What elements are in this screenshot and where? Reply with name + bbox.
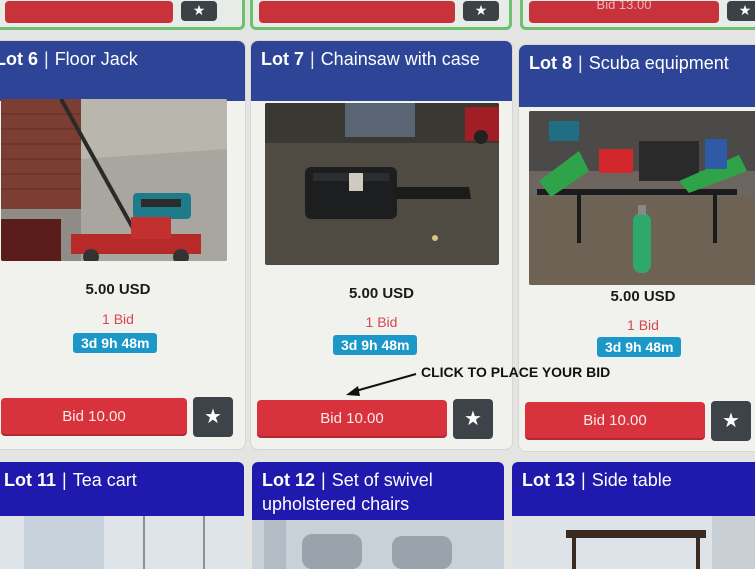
separator: | [310, 49, 315, 69]
lot-number: Lot 7 [261, 49, 304, 69]
bid-button[interactable]: Bid 10.00 [1, 398, 187, 436]
lot-number: Lot 12 [262, 470, 316, 490]
lot-title: Tea cart [72, 470, 137, 490]
lot-header[interactable]: Lot 7 | Chainsaw with case [251, 41, 512, 101]
separator: | [578, 53, 583, 73]
chainsaw-case-photo [265, 103, 499, 265]
separator: | [581, 470, 586, 490]
bid-button[interactable]: Bid 10.00 [525, 402, 705, 440]
lot-number: Lot 6 [0, 49, 38, 69]
prev-watch-button[interactable]: ★ [181, 1, 217, 21]
watch-button[interactable]: ★ [453, 399, 493, 439]
prev-lot-card: ★ [250, 0, 512, 30]
lot-header-12[interactable]: Lot 12 | Set of swivel upholstered chairs [252, 462, 504, 520]
star-icon: ★ [464, 408, 482, 430]
star-icon: ★ [722, 410, 740, 432]
current-price: 5.00 USD [610, 288, 676, 305]
lot-title-line2: upholstered chairs [262, 494, 410, 514]
prev-bid-button[interactable] [259, 1, 455, 23]
time-remaining-badge: 3d 9h 48m [73, 333, 158, 353]
lot-card-8: Lot 8 | Scuba equipment 5.00 USD 1 Bid 3… [518, 44, 755, 452]
lot-title-line1: Set of swivel [331, 470, 433, 490]
lot-number: Lot 11 [4, 470, 57, 490]
lot-photo[interactable] [265, 103, 499, 265]
floor-jack-photo [1, 99, 227, 261]
lot-title: Side table [591, 470, 672, 490]
star-icon: ★ [474, 2, 488, 18]
swivel-chairs-photo [252, 520, 504, 569]
prev-watch-button[interactable]: ★ [463, 1, 499, 21]
current-price: 5.00 USD [85, 281, 151, 298]
prev-bid-button[interactable] [5, 1, 173, 23]
lot-photo[interactable] [252, 520, 504, 569]
annotation-label: CLICK TO PLACE YOUR BID [421, 364, 611, 380]
lot-title: Scuba equipment [588, 53, 729, 73]
current-price: 5.00 USD [348, 285, 415, 302]
lot-header[interactable]: Lot 6 |Floor Jack [0, 41, 245, 101]
watch-button[interactable]: ★ [711, 401, 751, 441]
lot-title: Chainsaw with case [320, 49, 480, 69]
annotation-arrow [346, 373, 417, 396]
lot-photo[interactable] [512, 516, 755, 569]
star-icon: ★ [192, 2, 206, 18]
bid-count[interactable]: 1 Bid [251, 314, 512, 330]
lot-photo[interactable] [0, 516, 244, 569]
prev-lot-card: ★ [0, 0, 245, 30]
bid-count[interactable]: 1 Bid [519, 317, 755, 333]
lot-header-11[interactable]: Lot 11 | Tea cart [0, 462, 244, 516]
prev-lot-card: Bid 13.00 ★ [520, 0, 755, 30]
auction-grid-photo: ★ ★ Bid 13.00 ★ Lot 6|Floor Jack [0, 0, 755, 569]
star-icon: ★ [738, 2, 752, 18]
separator: | [62, 470, 67, 490]
side-table-photo [512, 516, 755, 569]
lot-photo[interactable] [1, 99, 227, 261]
lot-number: Lot 13 [522, 470, 576, 490]
prev-bid-button[interactable]: Bid 13.00 [529, 1, 719, 23]
separator: | [44, 49, 49, 69]
lot-number: Lot 8 [529, 53, 572, 73]
bid-button[interactable]: Bid 10.00 [257, 400, 447, 438]
prev-watch-button[interactable]: ★ [727, 1, 755, 21]
bid-count[interactable]: 1 Bid [0, 311, 245, 327]
time-remaining-badge: 3d 9h 48m [597, 337, 682, 357]
time-remaining-badge: 3d 9h 48m [333, 335, 418, 355]
lot-header[interactable]: Lot 8 | Scuba equipment [519, 45, 755, 107]
scuba-equipment-photo [529, 111, 755, 285]
lot-card-6: Lot 6 |Floor Jack [0, 40, 246, 450]
watch-button[interactable]: ★ [193, 397, 233, 437]
lot-title: Floor Jack [54, 49, 138, 69]
lot-header-13[interactable]: Lot 13 | Side table [512, 462, 755, 516]
tea-cart-photo [0, 516, 244, 569]
lot-photo[interactable] [529, 111, 755, 285]
star-icon: ★ [204, 406, 222, 428]
separator: | [321, 470, 326, 490]
